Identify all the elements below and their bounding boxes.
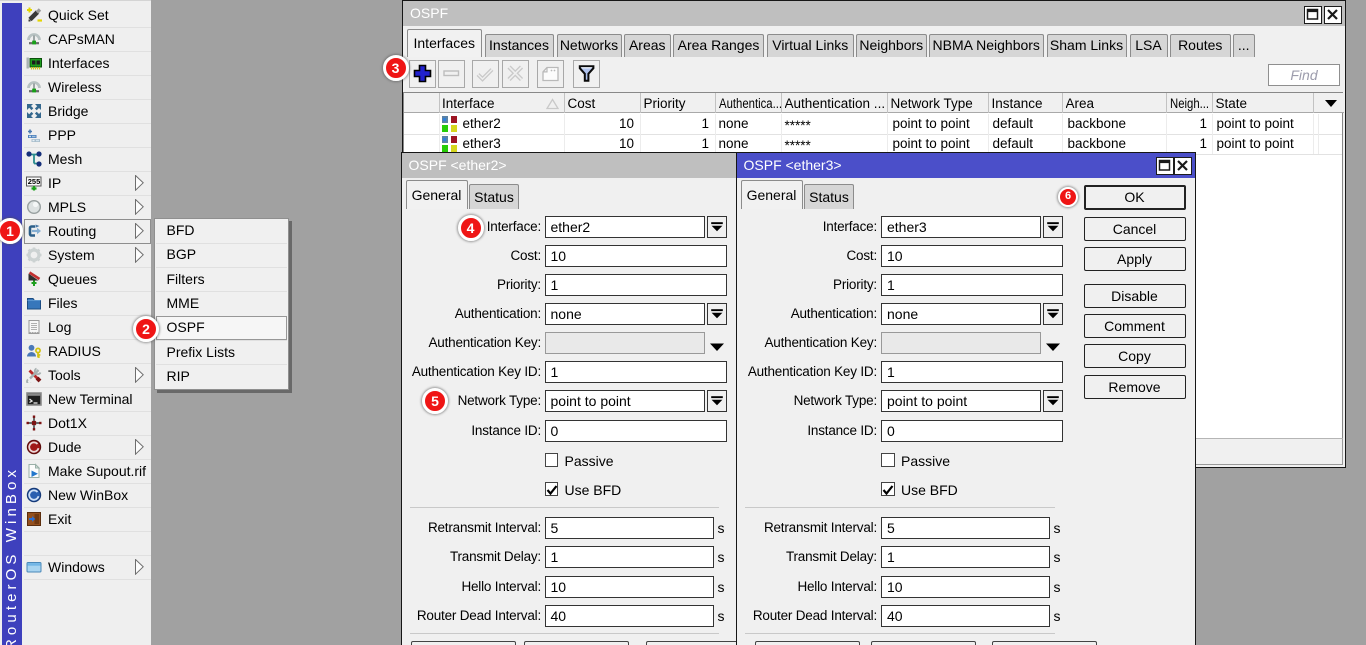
svg-text:255: 255 bbox=[28, 177, 41, 186]
